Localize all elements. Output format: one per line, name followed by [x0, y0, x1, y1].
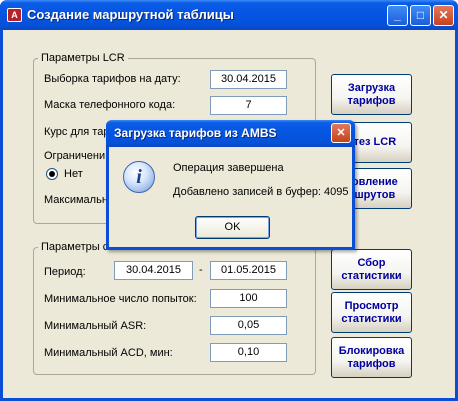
dialog-close-button[interactable]: ✕ [331, 123, 351, 143]
access-form-icon[interactable]: A [7, 8, 22, 22]
maximize-button[interactable]: □ [410, 5, 431, 26]
max-label: Максимальн [44, 194, 108, 206]
info-icon: i [123, 161, 155, 193]
period-label: Период: [44, 266, 86, 278]
min-acd-field[interactable]: 0,10 [210, 343, 287, 362]
load-tariffs-button[interactable]: Загрузка тарифов [331, 74, 412, 115]
min-attempts-field[interactable]: 100 [210, 289, 287, 308]
period-separator: - [199, 264, 203, 276]
minimize-button[interactable]: _ [387, 5, 408, 26]
radio-no-label: Нет [64, 168, 83, 180]
tariff-date-label: Выборка тарифов на дату: [44, 73, 181, 85]
title-bar[interactable]: A Создание маршрутной таблицы _ □ ✕ [0, 0, 458, 30]
min-asr-field[interactable]: 0,05 [210, 316, 287, 335]
period-to-field[interactable]: 01.05.2015 [210, 261, 287, 280]
radio-no[interactable] [46, 168, 58, 180]
lcr-group-title: Параметры LCR [38, 52, 128, 64]
phone-mask-field[interactable]: 7 [210, 96, 287, 115]
rate-label: Курс для тар [44, 126, 110, 138]
min-acd-label: Минимальный ACD, мин: [44, 347, 173, 359]
close-button[interactable]: ✕ [433, 5, 454, 26]
ok-button[interactable]: OK [195, 216, 270, 239]
min-asr-label: Минимальный ASR: [44, 320, 147, 332]
dialog-title-bar[interactable]: Загрузка тарифов из AMBS ✕ [106, 120, 355, 147]
min-attempts-label: Минимальное число попыток: [44, 293, 197, 305]
window-title: Создание маршрутной таблицы [27, 7, 234, 22]
restriction-label: Ограничени [44, 150, 106, 162]
phone-mask-label: Маска телефонного кода: [44, 99, 176, 111]
dialog-title: Загрузка тарифов из AMBS [114, 126, 277, 140]
stats-group-title: Параметры с [38, 241, 112, 253]
dialog-message-line2: Добавлено записей в буфер: 4095 [173, 186, 349, 198]
collect-stats-button[interactable]: Сбор статистики [331, 249, 412, 290]
message-dialog: Загрузка тарифов из AMBS ✕ i Операция за… [106, 120, 355, 250]
dialog-message-line1: Операция завершена [173, 162, 284, 174]
period-from-field[interactable]: 30.04.2015 [114, 261, 193, 280]
block-tariffs-button[interactable]: Блокировка тарифов [331, 337, 412, 378]
tariff-date-field[interactable]: 30.04.2015 [210, 70, 287, 89]
view-stats-button[interactable]: Просмотр статистики [331, 292, 412, 333]
